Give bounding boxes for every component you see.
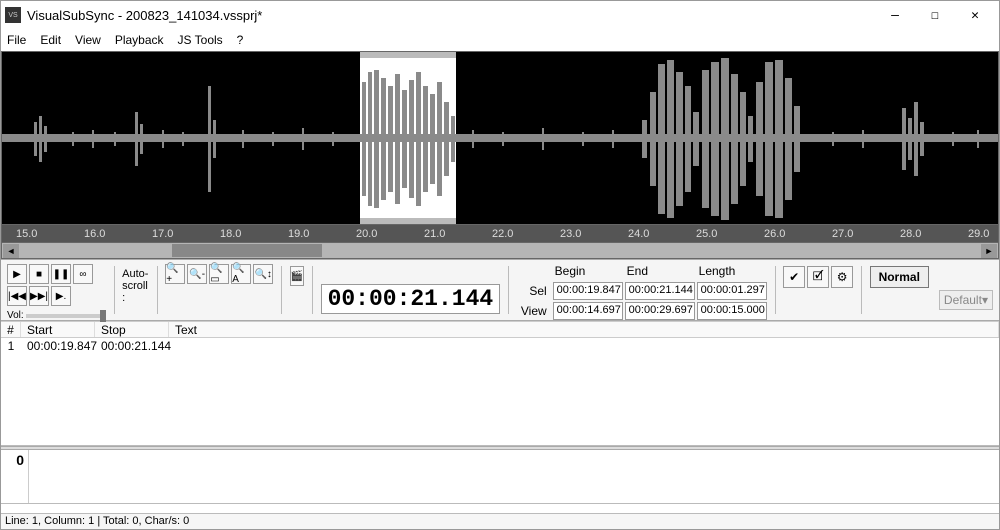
col-start[interactable]: Start	[21, 322, 95, 337]
title-bar: VS VisualSubSync - 200823_141034.vssprj*…	[1, 1, 999, 29]
zoom-sel-button[interactable]: 🔍▭	[209, 264, 229, 284]
subtitle-editor: 0	[1, 450, 999, 504]
zoom-in-button[interactable]: 🔍+	[165, 264, 185, 284]
row-text	[169, 339, 999, 353]
ruler-tick: 23.0	[560, 228, 581, 240]
ruler-tick: 15.0	[16, 228, 37, 240]
col-begin: Begin	[553, 264, 623, 280]
col-idx[interactable]: #	[1, 322, 21, 337]
autoscroll-group: Auto-scroll :	[122, 264, 149, 304]
row-start: 00:00:19.847	[21, 339, 95, 353]
col-stop[interactable]: Stop	[95, 322, 169, 337]
ruler-tick: 19.0	[288, 228, 309, 240]
zoom-vert-button[interactable]: 🔍↕	[253, 264, 273, 284]
error-settings-button[interactable]: ⚙	[831, 266, 853, 288]
ruler-tick: 22.0	[492, 228, 513, 240]
time-ruler[interactable]: 15.0 16.0 17.0 18.0 19.0 20.0 21.0 22.0 …	[1, 225, 999, 243]
window-controls: — ☐ ✕	[875, 3, 995, 27]
menu-edit[interactable]: Edit	[40, 33, 61, 47]
ruler-tick: 20.0	[356, 228, 377, 240]
menu-bar: File Edit View Playback JS Tools ?	[1, 29, 999, 51]
playback-group: ▶ ■ ❚❚ ∞ |◀◀ ▶▶| ▶. Vol:	[7, 264, 106, 321]
subtitle-list[interactable]: 1 00:00:19.847 00:00:21.144	[1, 338, 999, 446]
menu-view[interactable]: View	[75, 33, 101, 47]
editor-line-num: 0	[1, 450, 29, 503]
play-button[interactable]: ▶	[7, 264, 27, 284]
window-title: VisualSubSync - 200823_141034.vssprj*	[27, 8, 875, 23]
scroll-left-icon[interactable]: ◄	[3, 244, 19, 258]
style-select[interactable]: Default ▾	[939, 290, 993, 310]
zoom-all-button[interactable]: 🔍A	[231, 264, 251, 284]
next-sub-button[interactable]: ▶▶|	[29, 286, 49, 306]
row-idx: 1	[1, 339, 21, 353]
zoom-group: 🔍+ 🔍- 🔍▭ 🔍A 🔍↕	[165, 264, 273, 284]
ruler-tick: 16.0	[84, 228, 105, 240]
ruler-tick: 28.0	[900, 228, 921, 240]
ruler-tick: 17.0	[152, 228, 173, 240]
col-text[interactable]: Text	[169, 322, 999, 337]
stop-button[interactable]: ■	[29, 264, 49, 284]
col-end: End	[625, 264, 695, 280]
mode-normal-button[interactable]: Normal	[870, 266, 929, 288]
col-length: Length	[697, 264, 767, 280]
waveform-scrollbar[interactable]: ◄ ►	[1, 243, 999, 259]
menu-playback[interactable]: Playback	[115, 33, 164, 47]
status-bar: Line: 1, Column: 1 | Total: 0, Char/s: 0	[1, 513, 999, 529]
zoom-out-button[interactable]: 🔍-	[187, 264, 207, 284]
scroll-right-icon[interactable]: ►	[981, 244, 997, 258]
sel-end[interactable]: 00:00:21.144	[625, 282, 695, 300]
view-end[interactable]: 00:00:29.697	[625, 302, 695, 320]
check-errors-button[interactable]: ✔	[783, 266, 805, 288]
check-group: ✔ 🗹 ⚙	[783, 264, 853, 288]
ruler-tick: 18.0	[220, 228, 241, 240]
row-stop: 00:00:21.144	[95, 339, 169, 353]
time-grid: Begin End Length Sel 00:00:19.847 00:00:…	[521, 264, 767, 320]
pause-button[interactable]: ❚❚	[51, 264, 71, 284]
time-display: 00:00:21.144	[321, 284, 501, 314]
scene-change-button[interactable]: 🎬	[290, 266, 304, 286]
error-list-button[interactable]: 🗹	[807, 266, 829, 288]
ruler-tick: 29.0	[968, 228, 989, 240]
row-view-label: View	[521, 302, 551, 320]
ruler-tick: 27.0	[832, 228, 853, 240]
ruler-tick: 25.0	[696, 228, 717, 240]
prev-sub-button[interactable]: |◀◀	[7, 286, 27, 306]
close-button[interactable]: ✕	[955, 3, 995, 27]
play-end-button[interactable]: ▶.	[51, 286, 71, 306]
ruler-tick: 24.0	[628, 228, 649, 240]
minimize-button[interactable]: —	[875, 3, 915, 27]
view-begin[interactable]: 00:00:14.697	[553, 302, 623, 320]
maximize-button[interactable]: ☐	[915, 3, 955, 27]
autoscroll-label: Auto-scroll :	[122, 268, 149, 304]
menu-help[interactable]: ?	[237, 33, 244, 47]
row-sel-label: Sel	[521, 282, 551, 300]
table-row[interactable]: 1 00:00:19.847 00:00:21.144	[1, 338, 999, 354]
view-length: 00:00:15.000	[697, 302, 767, 320]
waveform-display[interactable]: <線/>	[1, 51, 999, 225]
ruler-tick: 26.0	[764, 228, 785, 240]
menu-file[interactable]: File	[7, 33, 26, 47]
menu-jstools[interactable]: JS Tools	[178, 33, 223, 47]
scrollbar-thumb[interactable]	[172, 244, 322, 257]
waveform-graphic: <線/>	[2, 52, 999, 225]
toolbar: ▶ ■ ❚❚ ∞ |◀◀ ▶▶| ▶. Vol: Auto-scroll : 🔍…	[1, 259, 999, 321]
volume-label: Vol:	[7, 310, 24, 321]
sel-begin[interactable]: 00:00:19.847	[553, 282, 623, 300]
chevron-down-icon: ▾	[982, 293, 988, 307]
subtitle-list-header: # Start Stop Text	[1, 321, 999, 338]
sel-length: 00:00:01.297	[697, 282, 767, 300]
editor-textarea[interactable]	[29, 450, 999, 503]
loop-button[interactable]: ∞	[73, 264, 93, 284]
ruler-tick: 21.0	[424, 228, 445, 240]
volume-slider[interactable]	[26, 314, 106, 318]
app-icon: VS	[5, 7, 21, 23]
